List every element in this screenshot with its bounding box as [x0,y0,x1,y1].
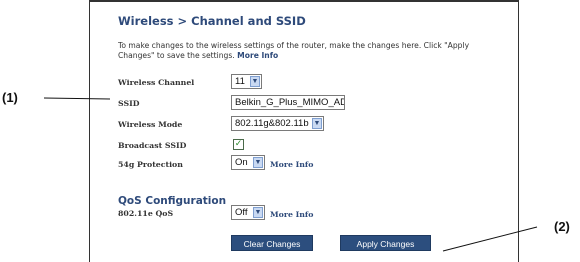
chevron-down-icon[interactable]: ▼ [312,118,322,129]
page-title: Wireless > Channel and SSID [118,14,306,28]
callout-1-label: (1) [2,90,18,105]
wireless-mode-select[interactable]: 802.11g&802.11b ▼ [231,116,324,131]
broadcast-ssid-label: Broadcast SSID [118,141,187,150]
wireless-channel-value: 11 [235,76,245,87]
wireless-channel-select[interactable]: 11 ▼ [231,74,262,89]
panel-top-border [89,0,519,2]
callout-2-label: (2) [554,219,570,234]
instructions-line-2-text: Changes" to save the settings. [118,51,235,60]
qos-section-title: QoS Configuration [118,195,227,207]
chevron-down-icon[interactable]: ▼ [253,157,263,168]
apply-changes-button[interactable]: Apply Changes [340,235,431,251]
qos-select[interactable]: Off ▼ [231,205,265,220]
protection-54g-label: 54g Protection [118,160,183,169]
ssid-label: SSID [118,99,140,108]
wireless-channel-label: Wireless Channel [118,78,195,87]
protection-54g-select[interactable]: On ▼ [231,155,265,170]
chevron-down-icon[interactable]: ▼ [250,76,260,87]
instructions-line-2: Changes" to save the settings. More Info [118,51,518,61]
protection-more-info-link[interactable]: More Info [270,160,313,169]
qos-value: Off [235,207,248,218]
qos-more-info-link[interactable]: More Info [270,210,313,219]
ssid-input[interactable]: Belkin_G_Plus_MIMO_AD [231,95,345,110]
broadcast-ssid-checkbox[interactable]: ✓ [233,139,244,150]
chevron-down-icon[interactable]: ▼ [253,207,263,218]
qos-label: 802.11e QoS [118,209,174,218]
router-settings-panel [89,0,519,262]
wireless-mode-label: Wireless Mode [118,120,183,129]
instructions-text: To make changes to the wireless settings… [118,41,518,61]
protection-54g-value: On [235,157,248,168]
wireless-mode-value: 802.11g&802.11b [235,118,309,129]
instructions-line-1: To make changes to the wireless settings… [118,41,470,50]
clear-changes-button[interactable]: Clear Changes [231,235,313,251]
more-info-link[interactable]: More Info [237,51,278,60]
